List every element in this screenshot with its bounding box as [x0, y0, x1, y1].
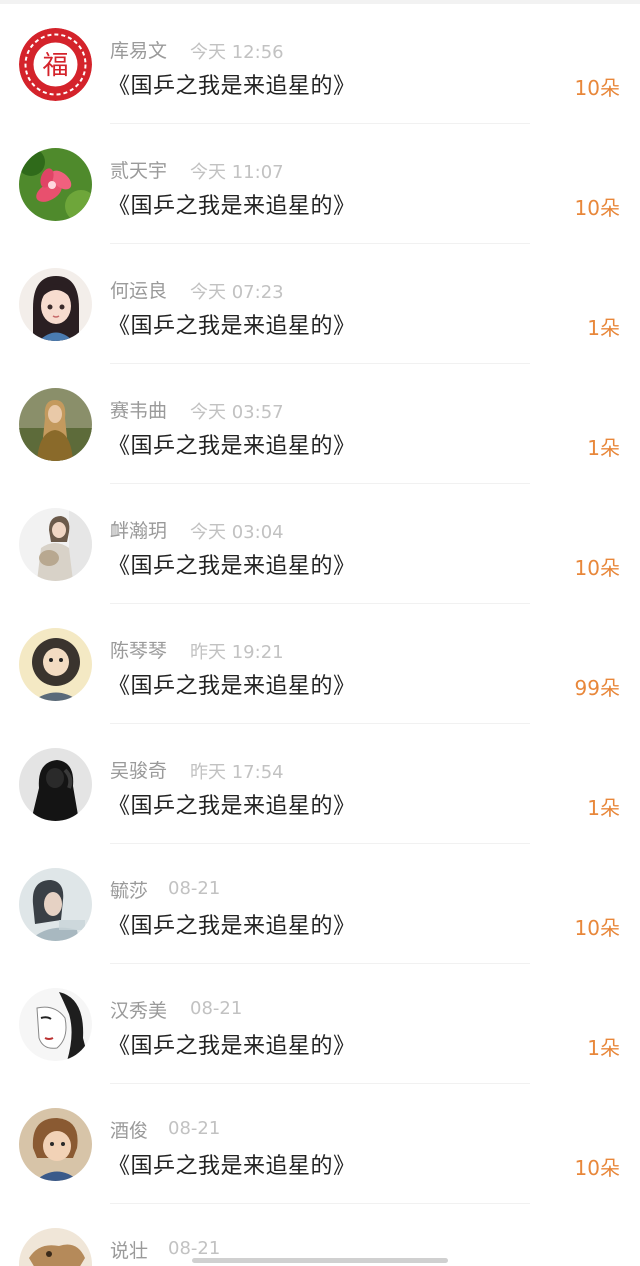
svg-text:福: 福 [42, 51, 68, 81]
list-item[interactable]: 吴骏奇 昨天 17:54 《国乒之我是来追星的》 1朵 [0, 724, 640, 844]
avatar[interactable] [19, 748, 92, 821]
flower-amount: 10朵 [574, 556, 620, 580]
fu-character-icon: 福 [19, 28, 92, 101]
book-title: 《国乒之我是来追星的》 [108, 434, 356, 459]
avatar[interactable] [19, 1228, 92, 1266]
avatar[interactable] [19, 868, 92, 941]
list-item[interactable]: 福 库易文 今天 12:56 《国乒之我是来追星的》 10朵 [0, 4, 640, 124]
sender-name: 库易文 [110, 40, 168, 62]
flower-amount: 1朵 [587, 436, 620, 460]
sender-name: 赛韦曲 [110, 400, 168, 422]
girl-photo-icon [19, 388, 92, 461]
avatar[interactable] [19, 988, 92, 1061]
sender-name: 酒俊 [110, 1120, 149, 1142]
flower-amount: 1朵 [587, 796, 620, 820]
sender-name: 吴骏奇 [110, 760, 168, 782]
sender-name: 何运良 [110, 280, 168, 302]
gift-time: 今天 11:07 [190, 162, 284, 183]
gift-time: 08-21 [168, 1118, 221, 1139]
gift-time: 08-21 [168, 1238, 221, 1259]
sender-name: 毓莎 [110, 880, 149, 902]
hooded-figure-icon [19, 748, 92, 821]
flower-amount: 10朵 [574, 76, 620, 100]
cartoon-girl-icon [19, 268, 92, 341]
sender-name: 说壮 [110, 1240, 149, 1262]
home-indicator[interactable] [192, 1258, 448, 1263]
book-title: 《国乒之我是来追星的》 [108, 314, 356, 339]
cartoon-bearded-man-icon [19, 628, 92, 701]
book-title: 《国乒之我是来追星的》 [108, 674, 356, 699]
gift-time: 今天 03:57 [190, 402, 284, 423]
flower-amount: 99朵 [574, 676, 620, 700]
avatar[interactable] [19, 268, 92, 341]
avatar[interactable] [19, 508, 92, 581]
gift-time: 昨天 17:54 [190, 762, 284, 783]
flower-amount: 1朵 [587, 1036, 620, 1060]
list-item[interactable]: 说壮 08-21 [0, 1204, 640, 1266]
ink-sketch-face-icon [19, 988, 92, 1061]
avatar[interactable] [19, 628, 92, 701]
book-title: 《国乒之我是来追星的》 [108, 1154, 356, 1179]
gift-time: 昨天 19:21 [190, 642, 284, 663]
avatar[interactable] [19, 388, 92, 461]
avatar[interactable]: 福 [19, 28, 92, 101]
list-item[interactable]: 汉秀美 08-21 《国乒之我是来追星的》 1朵 [0, 964, 640, 1084]
girl-profile-photo-icon [19, 868, 92, 941]
list-item[interactable]: 赛韦曲 今天 03:57 《国乒之我是来追星的》 1朵 [0, 364, 640, 484]
flower-amount: 10朵 [574, 916, 620, 940]
flower-amount: 10朵 [574, 196, 620, 220]
cartoon-animal-icon [19, 1228, 92, 1266]
list-item[interactable]: 酒俊 08-21 《国乒之我是来追星的》 10朵 [0, 1084, 640, 1204]
book-title: 《国乒之我是来追星的》 [108, 554, 356, 579]
book-title: 《国乒之我是来追星的》 [108, 74, 356, 99]
gift-time: 今天 03:04 [190, 522, 284, 543]
sender-name: 贰天宇 [110, 160, 168, 182]
pink-flower-icon [19, 148, 92, 221]
book-title: 《国乒之我是来追星的》 [108, 794, 356, 819]
sender-name: 衅瀚玥 [110, 520, 168, 542]
list-item[interactable]: 陈琴琴 昨天 19:21 《国乒之我是来追星的》 99朵 [0, 604, 640, 724]
list-item[interactable]: 何运良 今天 07:23 《国乒之我是来追星的》 1朵 [0, 244, 640, 364]
sender-name: 汉秀美 [110, 1000, 168, 1022]
avatar[interactable] [19, 1108, 92, 1181]
gift-time: 今天 07:23 [190, 282, 284, 303]
book-title: 《国乒之我是来追星的》 [108, 914, 356, 939]
girl-holding-pet-icon [19, 508, 92, 581]
child-photo-icon [19, 1108, 92, 1181]
gift-time: 08-21 [168, 878, 221, 899]
list-item[interactable]: 衅瀚玥 今天 03:04 《国乒之我是来追星的》 10朵 [0, 484, 640, 604]
list-item[interactable]: 贰天宇 今天 11:07 《国乒之我是来追星的》 10朵 [0, 124, 640, 244]
book-title: 《国乒之我是来追星的》 [108, 194, 356, 219]
flower-amount: 1朵 [587, 316, 620, 340]
list-item[interactable]: 毓莎 08-21 《国乒之我是来追星的》 10朵 [0, 844, 640, 964]
gift-time: 08-21 [190, 998, 243, 1019]
gift-time: 今天 12:56 [190, 42, 284, 63]
avatar[interactable] [19, 148, 92, 221]
sender-name: 陈琴琴 [110, 640, 168, 662]
flower-amount: 10朵 [574, 1156, 620, 1180]
book-title: 《国乒之我是来追星的》 [108, 1034, 356, 1059]
